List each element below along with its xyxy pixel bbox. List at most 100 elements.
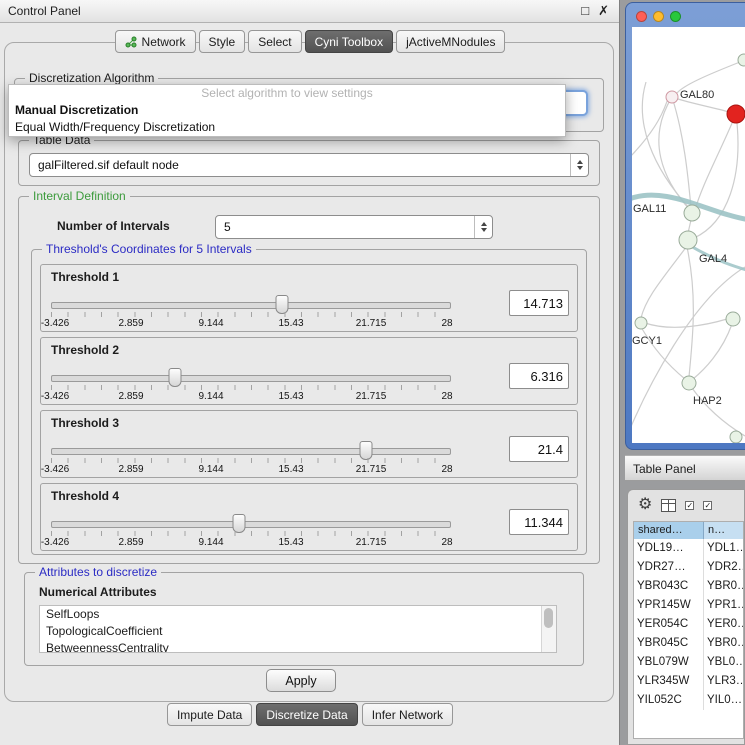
dropdown-item-manual-discretization[interactable]: Manual Discretization [9, 102, 565, 119]
cell[interactable]: YDR2… [704, 558, 743, 577]
cell[interactable]: YBL079W [634, 653, 704, 672]
minimize-window-icon[interactable] [653, 11, 664, 22]
tab-network[interactable]: Network [115, 30, 196, 53]
numerical-attributes-list[interactable]: SelfLoops TopologicalCoefficient Between… [39, 605, 557, 653]
cell[interactable]: YBR043C [634, 577, 704, 596]
columns-icon[interactable] [661, 499, 676, 512]
network-edge[interactable] [693, 324, 732, 379]
network-node[interactable] [682, 376, 696, 390]
cell[interactable]: YDL19… [634, 539, 704, 558]
threshold-value-field-3[interactable] [509, 436, 569, 462]
apply-button[interactable]: Apply [266, 669, 336, 692]
network-node[interactable] [679, 231, 697, 249]
cell[interactable]: YLR345W [634, 672, 704, 691]
table-browser-window: ⚙ shared… n… YDL19…YDL1… YDR27…YDR2… YBR… [627, 489, 745, 745]
gear-icon[interactable]: ⚙ [638, 497, 652, 513]
network-node[interactable] [738, 54, 745, 66]
checkbox-icon[interactable] [685, 501, 694, 510]
list-item[interactable]: BetweennessCentrality [40, 640, 556, 653]
network-edge[interactable] [632, 267, 745, 429]
network-node[interactable] [666, 91, 678, 103]
network-node-selected[interactable] [727, 105, 745, 123]
list-item[interactable]: SelfLoops [40, 606, 556, 623]
cell[interactable]: YPR145W [634, 596, 704, 615]
scale-label: 28 [441, 537, 452, 548]
table-row[interactable]: YIL052CYIL0… [634, 691, 743, 710]
table-row[interactable]: YBR043CYBR0… [634, 577, 743, 596]
tab-select[interactable]: Select [248, 30, 301, 53]
column-header-shared-name[interactable]: shared… [634, 522, 704, 539]
threshold-slider-3[interactable] [51, 448, 451, 455]
network-edge[interactable] [694, 114, 738, 238]
cell[interactable]: YPR1… [704, 596, 743, 615]
cell[interactable]: YBR0… [704, 577, 743, 596]
network-canvas[interactable]: GAL80 GAL11 GAL4 GCY1 HAP2 [632, 27, 745, 443]
network-node-label: HAP2 [693, 395, 722, 407]
close-icon[interactable]: ✗ [598, 3, 609, 19]
threshold-value-field-1[interactable] [509, 290, 569, 316]
scale-label: 9.144 [198, 391, 223, 402]
table-header-row: shared… n… [634, 522, 743, 539]
tab-style[interactable]: Style [199, 30, 246, 53]
algorithm-dropdown-popup: Select algorithm to view settings Manual… [8, 84, 566, 137]
combobox-stepper-icon[interactable] [570, 154, 588, 176]
cell[interactable]: YDR27… [634, 558, 704, 577]
scale-label: 15.43 [278, 318, 303, 329]
scrollbar-thumb[interactable] [544, 608, 553, 628]
threshold-slider-4[interactable] [51, 521, 451, 528]
zoom-window-icon[interactable] [670, 11, 681, 22]
column-header-name[interactable]: n… [704, 522, 743, 539]
list-item[interactable]: TopologicalCoefficient [40, 623, 556, 640]
cell[interactable]: YIL052C [634, 691, 704, 710]
dropdown-item-equal-width-frequency[interactable]: Equal Width/Frequency Discretization [9, 119, 565, 136]
threshold-slider-1[interactable] [51, 302, 451, 309]
table-row[interactable]: YDL19…YDL1… [634, 539, 743, 558]
close-window-icon[interactable] [636, 11, 647, 22]
cell[interactable]: YBL0… [704, 653, 743, 672]
cell[interactable]: YDL1… [704, 539, 743, 558]
tab-discretize-data[interactable]: Discretize Data [256, 703, 357, 726]
threshold-panel-1: Threshold 1 -3.426 2.859 9.144 15.43 21.… [40, 264, 578, 332]
network-node[interactable] [730, 431, 742, 443]
table-row[interactable]: YBR045CYBR0… [634, 634, 743, 653]
table-data-combobox[interactable]: galFiltered.sif default node [29, 153, 589, 177]
thresholds-group: Threshold's Coordinates for 5 Intervals … [31, 249, 587, 555]
network-node-label: GAL4 [699, 253, 727, 265]
cell[interactable]: YLR3… [704, 672, 743, 691]
number-of-intervals-combobox[interactable]: 5 [215, 215, 493, 239]
threshold-slider-2[interactable] [51, 375, 451, 382]
list-scrollbar[interactable] [541, 606, 556, 652]
tab-jactivemodules[interactable]: jActiveMNodules [396, 30, 505, 53]
threshold-value-field-2[interactable] [509, 363, 569, 389]
slider-scale-labels: -3.426 2.859 9.144 15.43 21.715 28 [51, 464, 451, 476]
network-edge[interactable] [687, 247, 693, 377]
network-node[interactable] [726, 312, 740, 326]
tab-label: Discretize Data [266, 708, 347, 722]
cell[interactable]: YIL0… [704, 691, 743, 710]
network-node[interactable] [635, 317, 647, 329]
table-row[interactable]: YPR145WYPR1… [634, 596, 743, 615]
slider-ticks [51, 385, 451, 390]
threshold-value-field-4[interactable] [509, 509, 569, 535]
table-row[interactable]: YLR345WYLR3… [634, 672, 743, 691]
table-row[interactable]: YER054CYER0… [634, 615, 743, 634]
network-node[interactable] [684, 205, 700, 221]
scale-label: 15.43 [278, 391, 303, 402]
cell[interactable]: YBR0… [704, 634, 743, 653]
tab-impute-data[interactable]: Impute Data [167, 703, 252, 726]
numerical-attributes-label: Numerical Attributes [39, 585, 157, 599]
scale-label: 28 [441, 464, 452, 475]
tab-cyni-toolbox[interactable]: Cyni Toolbox [305, 30, 393, 53]
cell[interactable]: YER054C [634, 615, 704, 634]
scale-label: 21.715 [356, 391, 387, 402]
cell[interactable]: YBR045C [634, 634, 704, 653]
network-edge[interactable] [641, 246, 687, 318]
checkbox-icon[interactable] [703, 501, 712, 510]
minimize-icon[interactable]: □ [581, 3, 589, 19]
combobox-stepper-icon[interactable] [474, 216, 492, 238]
table-row[interactable]: YBL079WYBL0… [634, 653, 743, 672]
tab-infer-network[interactable]: Infer Network [362, 703, 453, 726]
interval-definition-group: Interval Definition Number of Intervals … [18, 196, 600, 564]
cell[interactable]: YER0… [704, 615, 743, 634]
table-row[interactable]: YDR27…YDR2… [634, 558, 743, 577]
